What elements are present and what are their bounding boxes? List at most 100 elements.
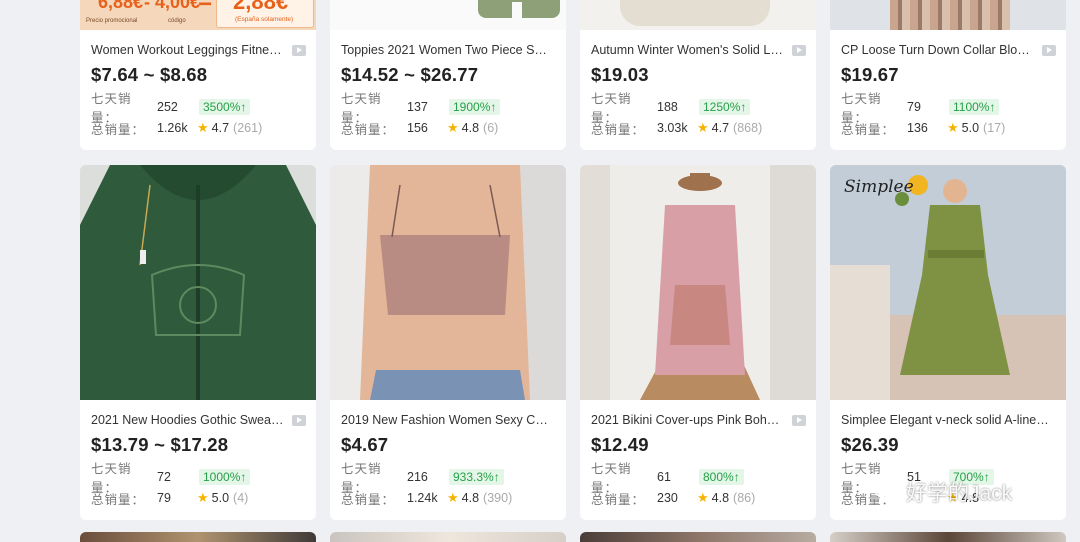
review-count: (261) (233, 121, 263, 135)
seven-day-sales: 252 (157, 100, 178, 114)
seven-day-sales: 137 (407, 100, 428, 114)
promo-final-box: 2,88€ (España solamente) (216, 0, 314, 28)
total-sales: 79 (157, 491, 171, 505)
seven-day-sales: 79 (907, 100, 921, 114)
product-title[interactable]: 2019 New Fashion Women Sexy Crop Top (341, 413, 556, 427)
product-card[interactable]: Toppies 2021 Women Two Piece Set Shorts … (330, 0, 566, 150)
video-icon[interactable] (792, 44, 806, 56)
product-card-partial[interactable] (830, 532, 1066, 542)
total-sales: 230 (657, 491, 678, 505)
review-count: (868) (733, 121, 763, 135)
promo-price: 6,88€ (98, 0, 144, 12)
product-title[interactable]: Toppies 2021 Women Two Piece Set Shorts (341, 43, 556, 57)
growth-badge: 3500%↑ (199, 99, 251, 115)
product-price: $13.79 ~ $17.28 (91, 434, 229, 455)
product-title[interactable]: 2021 New Hoodies Gothic Sweatshirt Zippe… (91, 413, 292, 427)
product-price: $7.64 ~ $8.68 (91, 64, 208, 85)
product-title[interactable]: CP Loose Turn Down Collar Blouse Shirt (841, 43, 1042, 57)
total-sales-label: 总销量： (91, 492, 146, 507)
growth-badge: 933.3%↑ (449, 469, 504, 485)
growth-badge: 1250%↑ (699, 99, 751, 115)
video-icon[interactable] (292, 44, 306, 56)
product-price: $14.52 ~ $26.77 (341, 64, 479, 85)
rating-value: 4.8 (461, 121, 480, 135)
product-image[interactable]: Simplee (830, 165, 1066, 400)
product-card[interactable]: 6,88€ Precio promocional - 4,00€ código … (80, 0, 316, 150)
rating-value: 4.8 (711, 491, 730, 505)
product-price: $4.67 (341, 434, 389, 455)
rating-value: 4.7 (711, 121, 730, 135)
review-count: (6) (483, 121, 499, 135)
product-image[interactable] (580, 165, 816, 400)
watermark-text: 好学的Jack (906, 482, 1013, 505)
promo-equals: = (198, 0, 213, 15)
product-price: $12.49 (591, 434, 649, 455)
video-icon[interactable] (1042, 44, 1056, 56)
star-icon: ★ (197, 490, 209, 505)
product-card[interactable]: Autumn Winter Women's Solid Loose Sweate… (580, 0, 816, 150)
rating-value: 4.7 (211, 121, 230, 135)
product-card[interactable]: Simplee Simplee Elegant v-neck solid A-l… (830, 165, 1066, 520)
seven-day-sales: 72 (157, 470, 171, 484)
growth-badge: 1900%↑ (449, 99, 501, 115)
total-sales-label: 总销量： (91, 122, 146, 137)
product-card-partial[interactable] (80, 532, 316, 542)
growth-badge: 1100%↑ (949, 99, 1000, 115)
brand-logo: Simplee (844, 177, 914, 197)
hoodie-illustration (80, 165, 316, 400)
total-sales-label: 总销量： (591, 122, 646, 137)
total-sales: 3.03k (657, 121, 688, 135)
product-image[interactable] (80, 165, 316, 400)
review-count: (4) (233, 491, 249, 505)
kimono-illustration (580, 165, 816, 400)
product-card[interactable]: 2019 New Fashion Women Sexy Crop Top $4.… (330, 165, 566, 520)
product-image[interactable] (330, 165, 566, 400)
star-icon: ★ (697, 490, 709, 505)
review-count: (390) (483, 491, 513, 505)
rating-value: 4.8 (461, 491, 480, 505)
shorts-gap (512, 2, 522, 18)
wechat-icon (874, 482, 900, 502)
seven-day-sales: 61 (657, 470, 671, 484)
promo-banner: 6,88€ Precio promocional - 4,00€ código … (80, 0, 316, 30)
product-title[interactable]: Autumn Winter Women's Solid Loose Sweate… (591, 43, 792, 57)
promo-caption: Precio promocional (86, 18, 138, 24)
total-sales: 136 (907, 121, 928, 135)
product-image[interactable] (330, 0, 566, 30)
product-card[interactable]: CP Loose Turn Down Collar Blouse Shirt $… (830, 0, 1066, 150)
product-title[interactable]: Simplee Elegant v-neck solid A-line dres… (841, 413, 1056, 427)
promo-discount: - 4,00€ (144, 0, 201, 12)
review-count: (17) (983, 121, 1006, 135)
total-sales-label: 总销量： (341, 492, 396, 507)
growth-badge: 800%↑ (699, 469, 744, 485)
product-card[interactable]: 2021 Bikini Cover-ups Pink Bohemian Kimo… (580, 165, 816, 520)
product-title[interactable]: Women Workout Leggings Fitness Sports (91, 43, 292, 57)
product-card[interactable]: 2021 New Hoodies Gothic Sweatshirt Zippe… (80, 165, 316, 520)
review-count: (86) (733, 491, 756, 505)
total-sales: 156 (407, 121, 428, 135)
crop-top-illustration (330, 165, 566, 400)
star-icon: ★ (697, 120, 709, 135)
star-icon: ★ (947, 120, 959, 135)
promo-code-caption: código (168, 18, 186, 24)
product-card-partial[interactable] (330, 532, 566, 542)
product-price: $26.39 (841, 434, 899, 455)
promo-final-price: 2,88€ (233, 0, 289, 14)
star-icon: ★ (447, 490, 459, 505)
product-title[interactable]: 2021 Bikini Cover-ups Pink Bohemian Kimo… (591, 413, 792, 427)
video-icon[interactable] (292, 414, 306, 426)
product-image[interactable] (580, 0, 816, 30)
promo-region: (España solamente) (235, 16, 294, 23)
dress-illustration (830, 165, 1066, 400)
sweater-graphic (620, 0, 770, 26)
seven-day-sales: 216 (407, 470, 428, 484)
total-sales: 1.24k (407, 491, 438, 505)
product-card-partial[interactable] (580, 532, 816, 542)
video-icon[interactable] (792, 414, 806, 426)
star-icon: ★ (197, 120, 209, 135)
product-image[interactable]: 6,88€ Precio promocional - 4,00€ código … (80, 0, 316, 30)
star-icon: ★ (447, 120, 459, 135)
total-sales-label: 总销量： (841, 122, 896, 137)
product-image[interactable] (830, 0, 1066, 30)
product-price: $19.03 (591, 64, 649, 85)
